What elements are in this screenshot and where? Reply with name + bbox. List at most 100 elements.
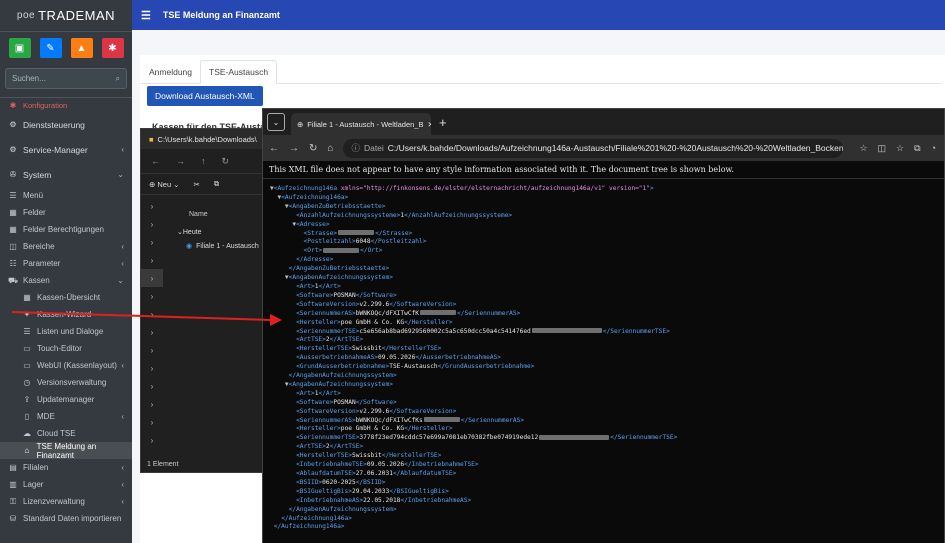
- xml-value: 09.05.2026: [366, 461, 405, 469]
- xml-indent: ▼: [270, 274, 289, 282]
- nav-item-parameter[interactable]: ☷ Parameter ‹: [0, 255, 132, 272]
- chevron-down-icon: ⌄: [117, 170, 124, 179]
- nav-item-kassen-uebersicht[interactable]: ▦ Kassen-Übersicht: [0, 289, 132, 306]
- forward-arrow-icon[interactable]: →: [289, 143, 299, 154]
- table-icon: ▦: [9, 225, 17, 234]
- expand-icon[interactable]: ›: [141, 431, 163, 449]
- expand-icon[interactable]: ›: [141, 305, 163, 323]
- xml-open-tag: <HerstellerTSE>: [296, 452, 352, 460]
- xml-close-tag: </SoftwareVersion>: [389, 300, 457, 308]
- nav-item-lager[interactable]: ▥ Lager ‹: [0, 476, 132, 493]
- nav-item-felder[interactable]: ▦ Felder: [0, 204, 132, 221]
- close-icon[interactable]: ✕: [423, 120, 431, 129]
- nav-item-service-manager[interactable]: ⚙ Service-Manager ‹: [0, 137, 132, 162]
- expand-icon[interactable]: ›: [141, 395, 163, 413]
- expand-icon[interactable]: ›: [141, 197, 163, 215]
- expand-icon[interactable]: ›: [141, 287, 163, 305]
- xml-line: <HerstellerTSE>Swissbit</HerstellerTSE>: [270, 452, 944, 461]
- pencil-icon-button[interactable]: ✎: [39, 38, 62, 58]
- xml-attributes: xmlns="http://finkonsens.de/elster/elste…: [340, 185, 650, 192]
- xml-indent: [270, 212, 296, 219]
- nav-item-dienststeuerung[interactable]: ⚙ Dienststeuerung: [0, 112, 132, 137]
- nav-item-updatemanager[interactable]: ⇪ Updatemanager: [0, 391, 132, 408]
- xml-open-tag: <InbetriebnahmeAS>: [296, 496, 364, 504]
- nav-item-lizenzverwaltung[interactable]: ⚿ Lizenzverwaltung ‹: [0, 493, 132, 510]
- brand-poe: poe: [16, 10, 36, 21]
- xml-open-tag: <SeriennummerTSE>: [296, 327, 360, 335]
- expand-icon[interactable]: ›: [141, 413, 163, 431]
- address-bar[interactable]: ⓘ Datei C:/Users/k.bahde/Downloads/Aufze…: [343, 138, 844, 158]
- download-xml-button[interactable]: Download Austausch-XML: [147, 86, 263, 106]
- expand-icon[interactable]: ›: [141, 215, 163, 233]
- new-button[interactable]: ⊕ Neu ⌄: [149, 180, 180, 189]
- refresh-icon[interactable]: ↻: [222, 156, 230, 167]
- brand-logo[interactable]: poe TRADEMAN: [0, 0, 132, 32]
- cut-icon[interactable]: ✂: [194, 180, 200, 189]
- back-arrow-icon[interactable]: ←: [269, 143, 279, 154]
- xml-indent: [270, 461, 296, 468]
- favorite-star-icon[interactable]: ☆: [859, 143, 867, 154]
- tab-actions-chevron-icon[interactable]: ⌄: [267, 113, 285, 131]
- nav-item-versionsverwaltung[interactable]: ◷ Versionsverwaltung: [0, 374, 132, 391]
- expand-icon[interactable]: ›: [141, 323, 163, 341]
- forward-arrow-icon[interactable]: →: [176, 156, 185, 166]
- nav-item-standard-daten[interactable]: ⛁ Standard Daten importieren: [0, 510, 132, 527]
- split-screen-icon[interactable]: ◫: [878, 143, 887, 154]
- favorites-icon[interactable]: ☆: [896, 143, 904, 154]
- search-icon[interactable]: ⌕: [116, 74, 120, 84]
- nav-item-kassen[interactable]: ⛟ Kassen ⌄: [0, 272, 132, 289]
- xml-open-tag: <Strasse>: [303, 229, 338, 237]
- expand-icon[interactable]: ›: [141, 359, 163, 377]
- nav-item-label: TSE Meldung an Finanzamt: [36, 441, 97, 460]
- nav-item-listen-dialoge[interactable]: ☰ Listen und Dialoge: [0, 323, 132, 340]
- expand-icon[interactable]: ›: [141, 251, 163, 269]
- explorer-status: 1 Element: [147, 461, 179, 468]
- nav-item-webui[interactable]: ▭ WebUI (Kassenlayout) ‹: [0, 357, 132, 374]
- new-tab-icon[interactable]: +: [439, 115, 447, 130]
- nav-item-touch-editor[interactable]: ▭ Touch-Editor: [0, 340, 132, 357]
- reload-icon[interactable]: ↻: [309, 143, 317, 154]
- up-arrow-icon[interactable]: ↑: [201, 156, 206, 166]
- back-arrow-icon[interactable]: ←: [151, 156, 160, 166]
- hamburger-menu-icon[interactable]: ☰: [141, 9, 151, 22]
- expand-icon[interactable]: ›: [141, 341, 163, 359]
- nav-item-bereiche[interactable]: ◫ Bereiche ‹: [0, 238, 132, 255]
- chart-icon-button[interactable]: ▲: [70, 38, 93, 58]
- xml-indent: [270, 310, 296, 317]
- nav-item-felder-berechtigungen[interactable]: ▦ Felder Berechtigungen: [0, 221, 132, 238]
- copy-icon[interactable]: ⧉: [214, 179, 219, 189]
- nav-item-tse-meldung[interactable]: ⌂ TSE Meldung an Finanzamt: [0, 441, 132, 460]
- nav-item-system[interactable]: ✇ System ⌄: [0, 162, 132, 187]
- tab-anmeldung[interactable]: Anmeldung: [141, 60, 200, 84]
- xml-notice: This XML file does not appear to have an…: [263, 161, 944, 179]
- browser-toolbar-right: ☆ ◫ ☆ ⧉ ◔: [859, 143, 944, 154]
- expand-icon[interactable]: ›: [141, 269, 163, 287]
- xml-value: Swissbit: [351, 452, 382, 460]
- expand-icon[interactable]: ›: [141, 233, 163, 251]
- tab-tse-austausch[interactable]: TSE-Austausch: [200, 60, 278, 84]
- nav-item-menu[interactable]: ☰ Menü: [0, 187, 132, 204]
- gears-icon-button[interactable]: ✱: [101, 38, 124, 58]
- chevron-left-icon: ‹: [121, 242, 124, 251]
- cart-icon-button[interactable]: ▣: [8, 38, 31, 58]
- chevron-left-icon: ‹: [121, 145, 124, 154]
- nav-item-mde[interactable]: ▯ MDE ‹: [0, 408, 132, 425]
- xml-open-tag: <SoftwareVersion>: [296, 300, 360, 308]
- extensions-icon[interactable]: ⧉: [914, 143, 920, 154]
- chevron-left-icon: ‹: [121, 259, 124, 268]
- upload-icon: ⇪: [23, 395, 31, 404]
- xml-line: <Hersteller>poe GmbH & Co. KG</Herstelle…: [270, 319, 944, 328]
- profile-icon[interactable]: ◔: [931, 143, 936, 154]
- expand-icon[interactable]: ›: [141, 377, 163, 395]
- nav-item-filialen[interactable]: ▤ Filialen ‹: [0, 459, 132, 476]
- home-icon[interactable]: ⌂: [327, 143, 333, 154]
- globe-icon: ⊕: [297, 119, 304, 129]
- nav-item-kassen-wizard[interactable]: ✦ Kassen-Wizard: [0, 306, 132, 323]
- xml-close-tag: </SeriennummerTSE>: [602, 327, 670, 335]
- nav-header-konfiguration: ✱ Konfiguration: [0, 98, 132, 112]
- sidebar-search[interactable]: Suchen... ⌕: [5, 68, 127, 89]
- browser-tab[interactable]: ⊕ Filiale 1 - Austausch - Weltladen_B ✕: [291, 113, 431, 135]
- nav-item-cloud-tse[interactable]: ☁ Cloud TSE: [0, 425, 132, 442]
- redacted-blur: [539, 434, 610, 440]
- xml-indent: [270, 425, 296, 432]
